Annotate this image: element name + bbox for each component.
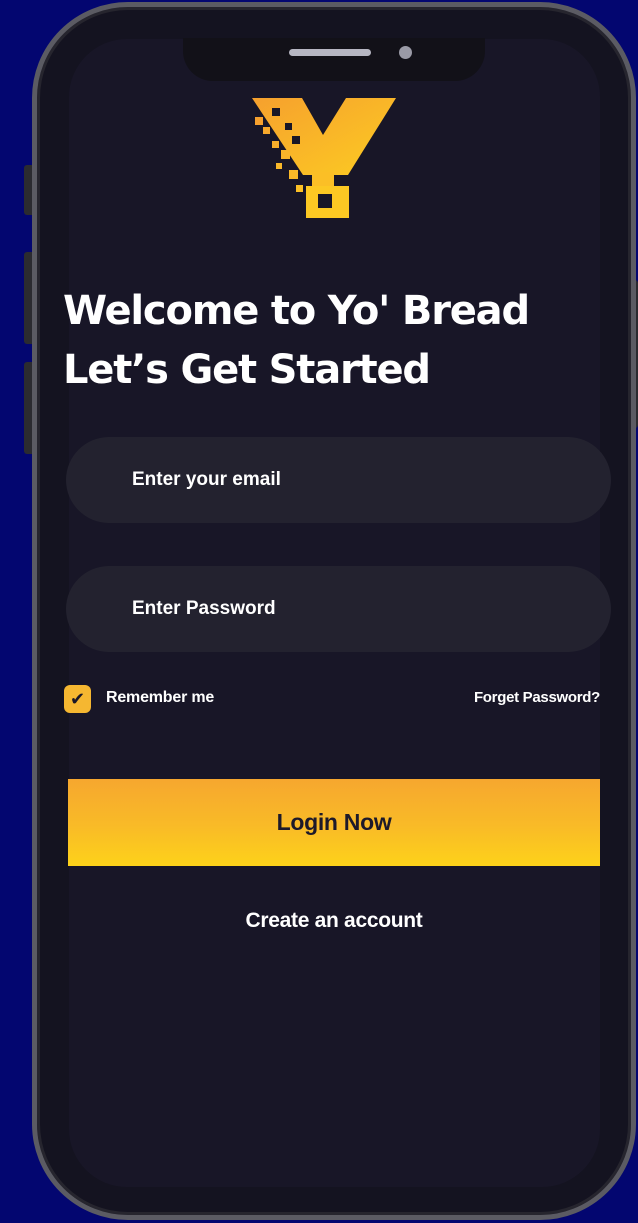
remember-me-label[interactable]: Remember me — [106, 689, 214, 707]
forgot-password-link[interactable]: Forget Password? — [440, 689, 600, 706]
remember-me-checkbox[interactable]: ✔ — [64, 685, 91, 713]
front-camera — [399, 46, 412, 59]
email-input[interactable] — [66, 437, 611, 523]
speaker-grille — [289, 49, 371, 56]
login-button-label: Login Now — [276, 809, 392, 835]
welcome-title: Welcome to Yo' Bread Let’s Get Started — [63, 288, 530, 393]
login-button[interactable]: Login Now — [68, 779, 600, 866]
canvas: Welcome to Yo' Bread Let’s Get Started ✔… — [0, 0, 638, 1223]
check-icon: ✔ — [69, 689, 86, 709]
create-account-link[interactable]: Create an account — [68, 909, 600, 933]
yo-bread-logo — [252, 98, 396, 218]
phone-notch — [183, 38, 485, 81]
password-input[interactable] — [66, 566, 611, 652]
